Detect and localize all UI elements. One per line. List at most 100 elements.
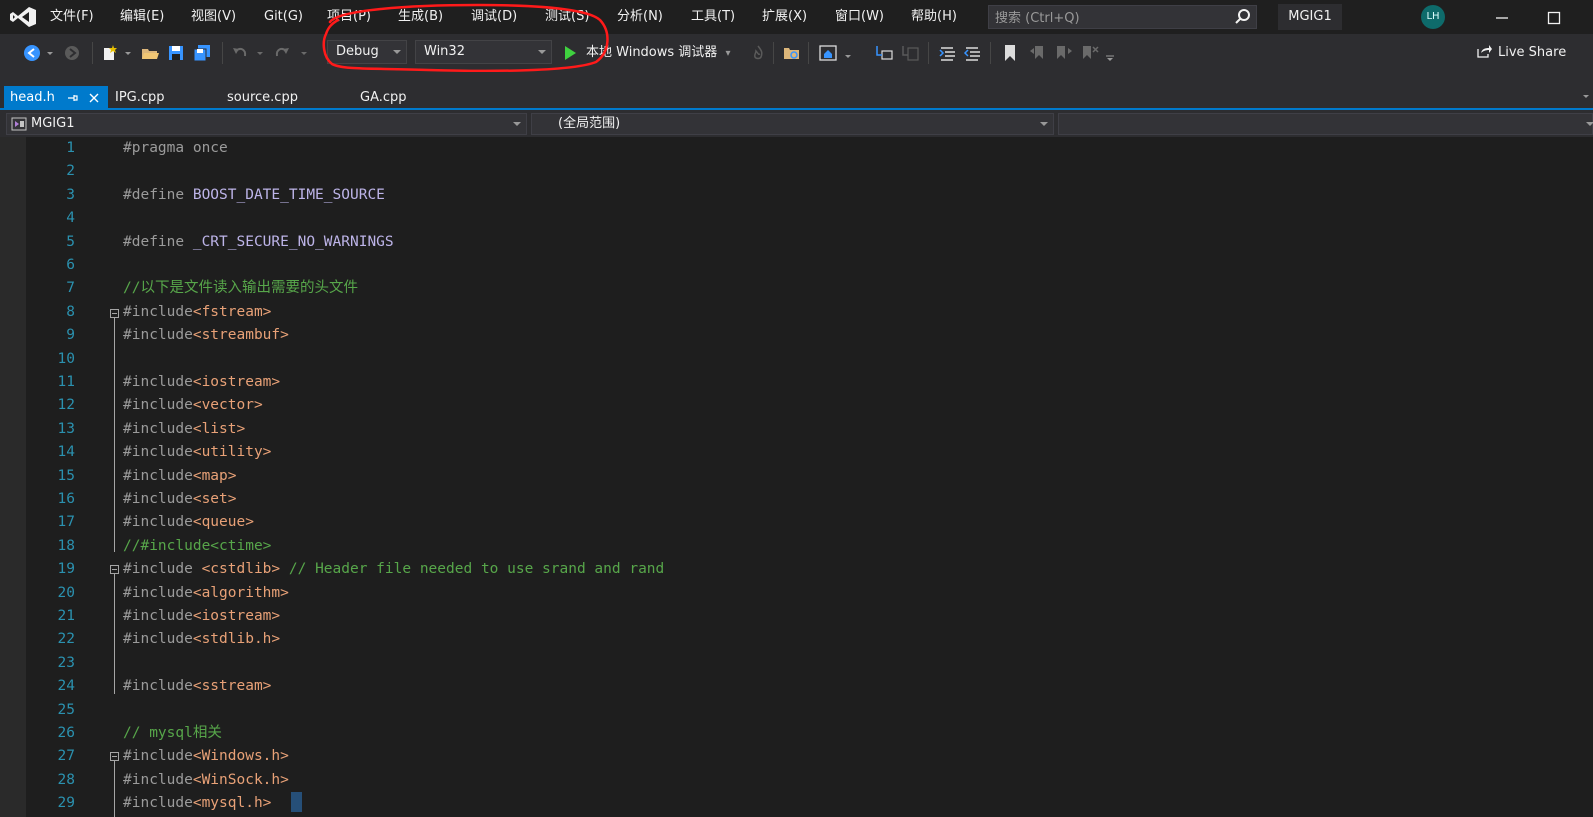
code-line[interactable]: 24 #include<sstream>	[0, 675, 1593, 698]
collapse-region-icon[interactable]	[110, 752, 119, 761]
code-token: <mysql.h>	[192, 795, 272, 811]
tab-source-cpp[interactable]: source.cpp	[227, 86, 298, 110]
code-line[interactable]: 21 #include<iostream>	[0, 605, 1593, 628]
code-line[interactable]: 8 #include<fstream>	[0, 301, 1593, 324]
new-project-icon[interactable]	[100, 43, 120, 63]
search-input[interactable]	[993, 8, 1227, 28]
code-line[interactable]: 18 //#include<ctime>	[0, 535, 1593, 558]
line-number: 3	[66, 187, 75, 203]
pin-icon[interactable]	[66, 92, 78, 104]
next-bookmark-icon[interactable]	[1054, 43, 1074, 63]
save-all-icon[interactable]	[192, 43, 212, 63]
menu-item-8[interactable]: 分析(N)	[617, 8, 663, 26]
save-icon[interactable]	[166, 43, 186, 63]
code-line[interactable]: 3 #define BOOST_DATE_TIME_SOURCE	[0, 184, 1593, 207]
hot-reload-icon[interactable]	[748, 43, 768, 63]
code-line[interactable]: 26 // mysql相关	[0, 722, 1593, 745]
search-box[interactable]	[988, 5, 1257, 29]
chevron-down-icon[interactable]	[44, 43, 56, 63]
navigate-forward-icon[interactable]	[62, 43, 82, 63]
open-file-icon[interactable]	[140, 43, 160, 63]
home-window-icon[interactable]	[818, 43, 838, 63]
live-share-button[interactable]: Live Share	[1476, 42, 1566, 64]
code-line[interactable]: 6	[0, 254, 1593, 277]
navigate-back-icon[interactable]	[22, 43, 42, 63]
chevron-down-icon[interactable]	[298, 43, 310, 63]
menu-item-1[interactable]: 编辑(E)	[120, 8, 164, 26]
maximize-icon[interactable]	[1542, 5, 1566, 29]
tab-ipg-cpp[interactable]: IPG.cpp	[115, 86, 165, 110]
code-line[interactable]: 14 #include<utility>	[0, 441, 1593, 464]
code-line[interactable]: 22 #include<stdlib.h>	[0, 628, 1593, 651]
close-icon[interactable]	[88, 92, 100, 104]
code-editor[interactable]: 1 #pragma once 2 3 #define BOOST_DATE_TIME_S…	[0, 137, 1593, 817]
line-number: 18	[57, 538, 75, 554]
code-line[interactable]: 5 #define _CRT_SECURE_NO_WARNINGS	[0, 231, 1593, 254]
line-number: 27	[57, 748, 75, 764]
solution-name: MGIG1	[1278, 4, 1342, 30]
collapse-region-icon[interactable]	[110, 309, 119, 318]
code-line[interactable]: 16 #include<set>	[0, 488, 1593, 511]
menu-item-10[interactable]: 扩展(X)	[762, 8, 807, 26]
collapse-region-icon[interactable]	[110, 565, 119, 574]
scope-dropdown[interactable]: (全局范围)	[531, 113, 1054, 135]
step-into-icon[interactable]	[874, 43, 894, 63]
code-line[interactable]: 27 #include<Windows.h>	[0, 745, 1593, 768]
code-line[interactable]: 1 #pragma once	[0, 137, 1593, 160]
code-line[interactable]: 15 #include<map>	[0, 465, 1593, 488]
project-dropdown[interactable]: MGIG1	[6, 113, 527, 135]
code-line[interactable]: 23	[0, 652, 1593, 675]
code-line[interactable]: 10	[0, 348, 1593, 371]
code-token: // Header file needed to use srand and r…	[280, 561, 665, 577]
code-line[interactable]: 17 #include<queue>	[0, 511, 1593, 534]
comment-lines-icon[interactable]	[938, 43, 958, 63]
menu-item-2[interactable]: 视图(V)	[191, 8, 236, 26]
bookmark-icon[interactable]	[1000, 43, 1020, 63]
search-icon[interactable]	[1234, 8, 1252, 26]
code-line[interactable]: 29 #include<mysql.h>	[0, 792, 1593, 815]
chevron-down-icon	[1040, 122, 1048, 126]
code-line[interactable]: 19 #include <cstdlib> // Header file need…	[0, 558, 1593, 581]
code-token: <Windows.h>	[192, 748, 289, 764]
chevron-down-icon[interactable]	[254, 43, 266, 63]
code-token: _CRT_SECURE_NO_WARNINGS	[192, 234, 394, 250]
code-token: #define	[123, 234, 193, 250]
menu-item-12[interactable]: 帮助(H)	[911, 8, 957, 26]
find-in-files-icon[interactable]	[782, 43, 802, 63]
chevron-down-icon[interactable]	[842, 43, 854, 63]
redo-icon[interactable]	[272, 43, 292, 63]
code-text: #include<stdlib.h>	[123, 628, 280, 651]
menu-item-9[interactable]: 工具(T)	[691, 8, 735, 26]
code-line[interactable]: 20 #include<algorithm>	[0, 582, 1593, 605]
visual-studio-logo-icon[interactable]	[9, 5, 37, 29]
clear-bookmarks-icon[interactable]	[1080, 43, 1100, 63]
code-line[interactable]: 12 #include<vector>	[0, 394, 1593, 417]
code-line[interactable]: 28 #include<WinSock.h>	[0, 769, 1593, 792]
code-text: #pragma once	[123, 137, 228, 160]
code-line[interactable]: 7 //以下是文件读入输出需要的头文件	[0, 277, 1593, 300]
menu-item-0[interactable]: 文件(F)	[50, 8, 94, 26]
menu-item-3[interactable]: Git(G)	[264, 8, 303, 26]
code-line[interactable]: 11 #include<iostream>	[0, 371, 1593, 394]
member-dropdown[interactable]	[1058, 113, 1593, 135]
previous-bookmark-icon[interactable]	[1028, 43, 1048, 63]
code-line[interactable]: 2	[0, 160, 1593, 183]
minimize-icon[interactable]	[1490, 5, 1514, 29]
menu-item-11[interactable]: 窗口(W)	[835, 8, 884, 26]
line-number: 21	[57, 608, 75, 624]
step-out-icon[interactable]	[900, 43, 920, 63]
uncomment-lines-icon[interactable]	[963, 43, 983, 63]
code-token: #include	[123, 678, 193, 694]
code-line[interactable]: 25	[0, 699, 1593, 722]
code-line[interactable]: 4	[0, 207, 1593, 230]
code-line[interactable]: 9 #include<streambuf>	[0, 324, 1593, 347]
tab-ga-cpp[interactable]: GA.cpp	[360, 86, 407, 110]
undo-icon[interactable]	[230, 43, 250, 63]
code-text: #include<fstream>	[123, 301, 271, 324]
tab-head-h[interactable]: head.h	[4, 86, 108, 110]
tab-overflow-chevron-icon[interactable]	[1581, 92, 1591, 102]
chevron-down-icon[interactable]	[122, 43, 134, 63]
user-avatar[interactable]: LH	[1421, 5, 1445, 29]
code-line[interactable]: 13 #include<list>	[0, 418, 1593, 441]
toolbar-options-chevron-icon[interactable]	[1104, 43, 1116, 63]
